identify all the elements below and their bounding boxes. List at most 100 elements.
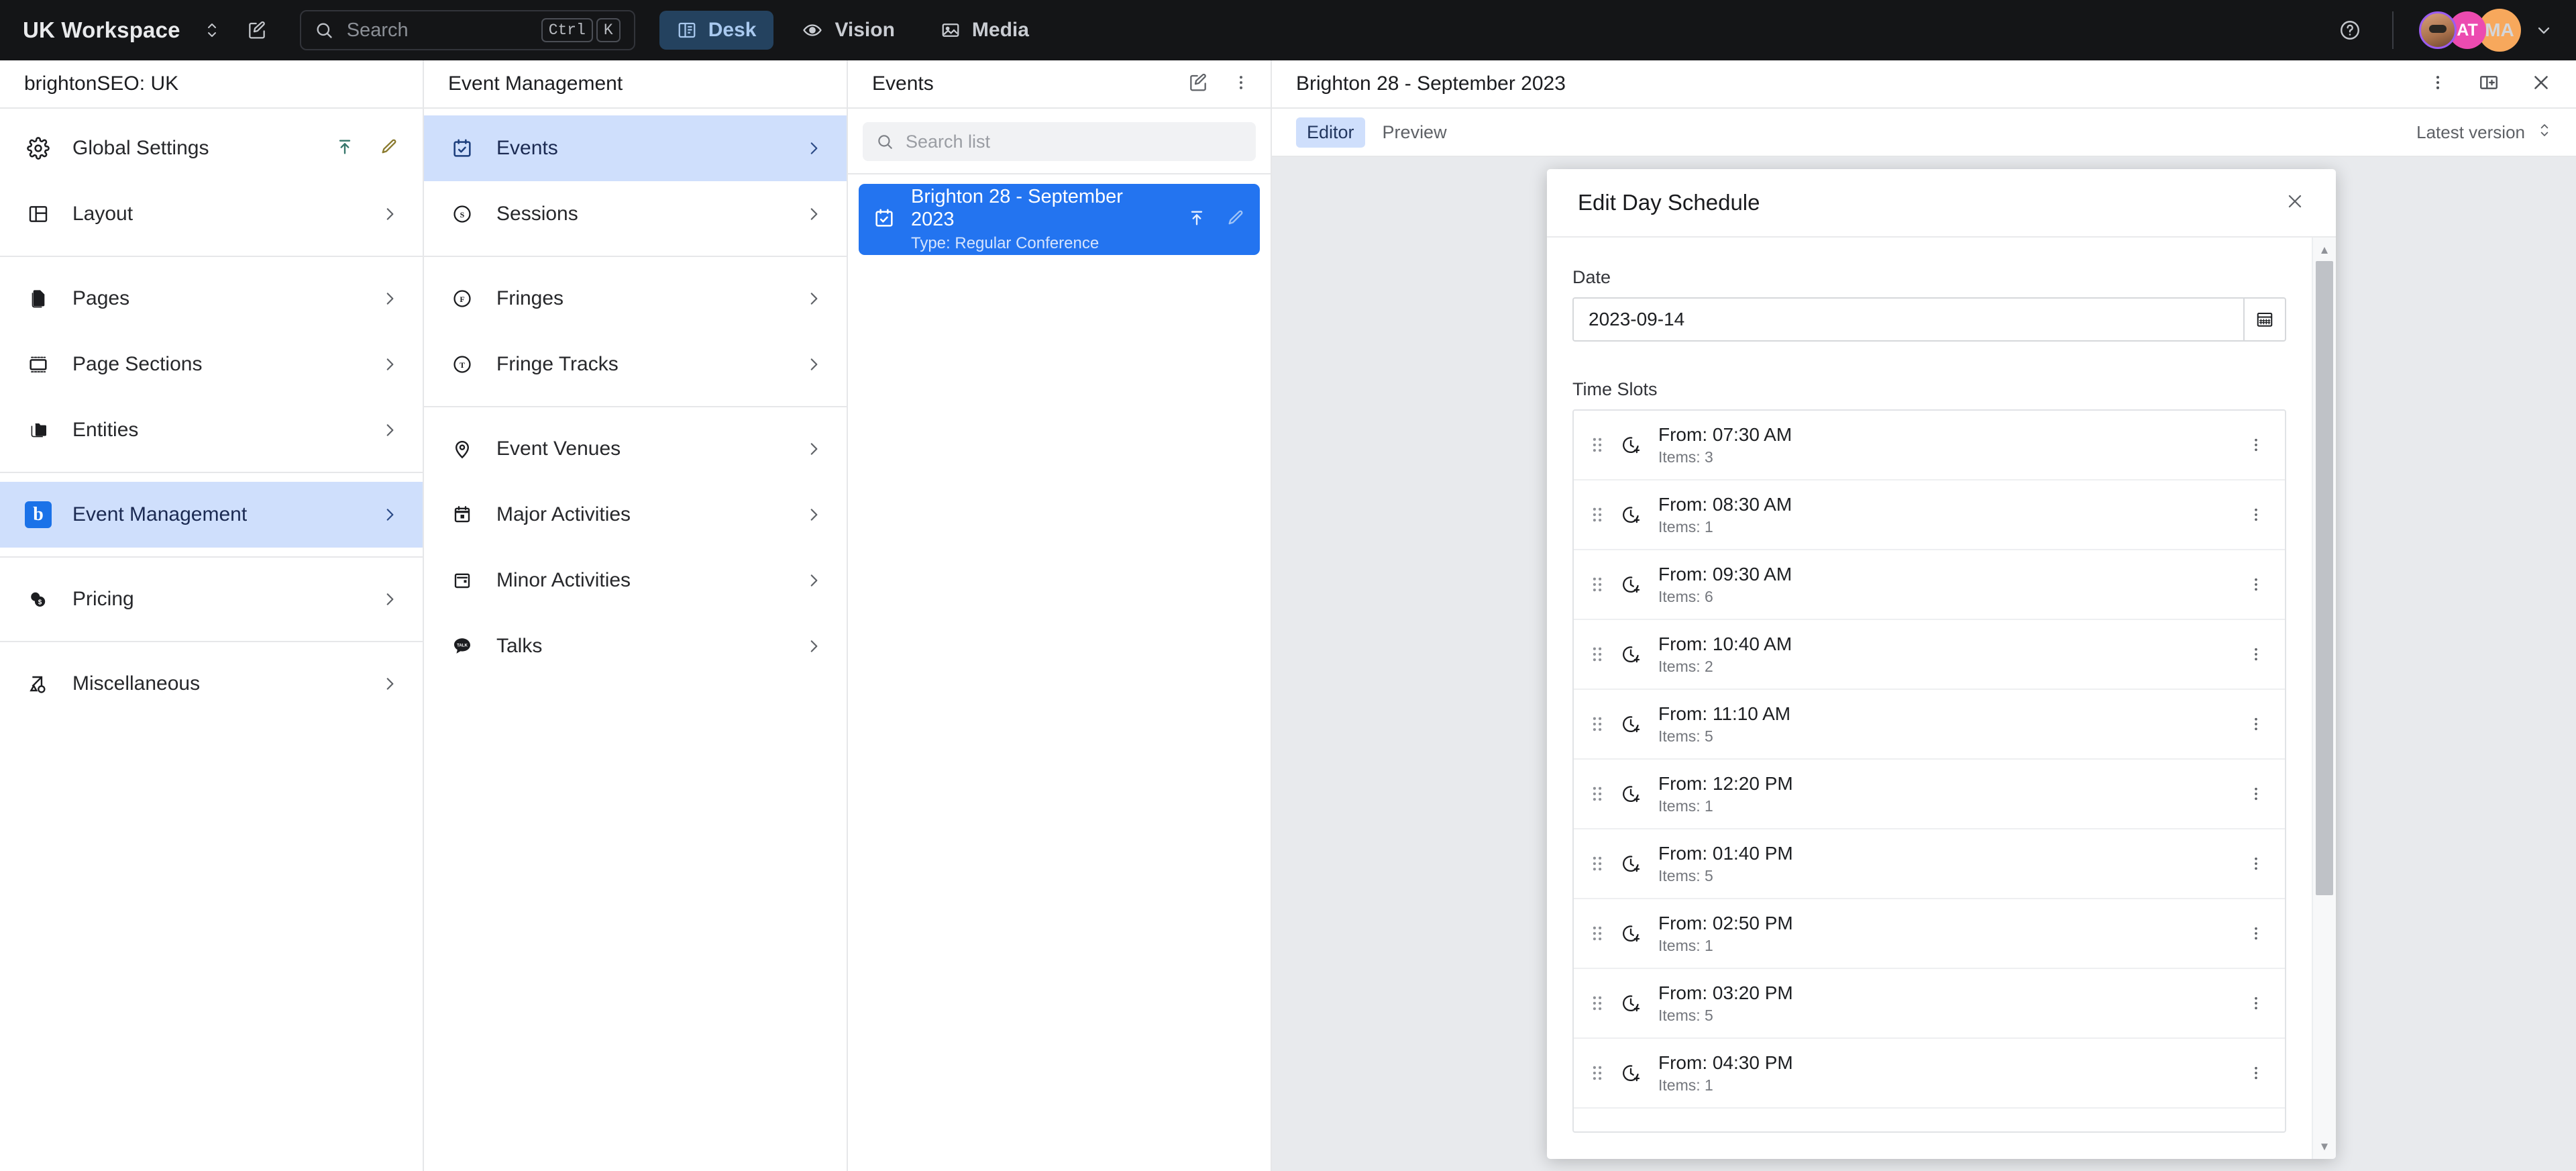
chevron-right-icon[interactable] bbox=[381, 290, 398, 307]
chevron-right-icon[interactable] bbox=[805, 205, 822, 223]
chevron-right-icon[interactable] bbox=[381, 506, 398, 523]
top-right-cluster: AT MA bbox=[2339, 9, 2553, 52]
drag-handle-icon[interactable] bbox=[1591, 644, 1603, 664]
tab-media[interactable]: Media bbox=[923, 11, 1046, 50]
version-selector[interactable]: Latest version bbox=[2416, 120, 2552, 145]
timeslot-row[interactable]: From: 01:40 PM Items: 5 bbox=[1574, 829, 2285, 899]
timeslot-row[interactable]: From: 12:20 PM Items: 1 bbox=[1574, 760, 2285, 829]
timeslot-from: From: 09:30 AM bbox=[1658, 563, 1792, 584]
more-vertical-icon[interactable] bbox=[2247, 646, 2265, 663]
drag-handle-icon[interactable] bbox=[1591, 574, 1603, 595]
more-vertical-icon[interactable] bbox=[2247, 785, 2265, 803]
drag-handle-icon[interactable] bbox=[1591, 854, 1603, 874]
sidebar-item-pricing[interactable]: $ Pricing bbox=[0, 566, 423, 632]
timeslot-row[interactable]: From: 09:30 AM Items: 6 bbox=[1574, 550, 2285, 620]
more-vertical-icon[interactable] bbox=[2247, 925, 2265, 942]
chevron-right-icon[interactable] bbox=[381, 356, 398, 373]
timeslot-row[interactable]: From: 04:50 PM bbox=[1574, 1109, 2285, 1131]
chevron-right-icon[interactable] bbox=[805, 440, 822, 458]
chevron-right-icon[interactable] bbox=[805, 506, 822, 523]
drag-handle-icon[interactable] bbox=[1591, 993, 1603, 1013]
chevron-right-icon[interactable] bbox=[805, 290, 822, 307]
version-label: Latest version bbox=[2416, 121, 2525, 142]
scrollbar-thumb[interactable] bbox=[2316, 261, 2333, 895]
close-icon[interactable] bbox=[2530, 72, 2552, 97]
avatar-photo[interactable] bbox=[2419, 11, 2457, 49]
tab-vision[interactable]: Vision bbox=[784, 11, 912, 50]
more-vertical-icon[interactable] bbox=[2247, 506, 2265, 523]
help-circle-icon[interactable] bbox=[2339, 19, 2361, 42]
search-list-input[interactable]: Search list bbox=[863, 122, 1256, 161]
search-icon bbox=[317, 23, 332, 38]
calendar-picker-icon[interactable] bbox=[2243, 297, 2286, 342]
more-vertical-icon[interactable] bbox=[2247, 995, 2265, 1012]
em-item-fringes[interactable]: F Fringes bbox=[424, 266, 847, 332]
timeslot-row[interactable]: From: 11:10 AM Items: 5 bbox=[1574, 690, 2285, 760]
pencil-icon[interactable] bbox=[1226, 209, 1245, 231]
drag-handle-icon[interactable] bbox=[1591, 714, 1603, 734]
drag-handle-icon[interactable] bbox=[1591, 923, 1603, 944]
compose-icon[interactable] bbox=[1187, 72, 1209, 97]
chevron-right-icon[interactable] bbox=[805, 572, 822, 589]
em-item-talks[interactable]: TALK Talks bbox=[424, 613, 847, 679]
date-input[interactable]: 2023-09-14 bbox=[1572, 297, 2243, 342]
more-vertical-icon[interactable] bbox=[2247, 855, 2265, 872]
more-vertical-icon[interactable] bbox=[1232, 73, 1250, 95]
sidebar-item-pages[interactable]: Pages bbox=[0, 266, 423, 332]
timeslot-row[interactable]: From: 03:20 PM Items: 5 bbox=[1574, 969, 2285, 1039]
timeslot-row[interactable]: From: 07:30 AM Items: 3 bbox=[1574, 411, 2285, 480]
pencil-icon[interactable] bbox=[380, 138, 398, 160]
top-navigation-bar: UK Workspace Search Ctrl K Desk Vision M… bbox=[0, 0, 2576, 60]
more-vertical-icon[interactable] bbox=[2247, 715, 2265, 733]
tab-desk[interactable]: Desk bbox=[659, 11, 774, 50]
more-vertical-icon[interactable] bbox=[2428, 73, 2447, 95]
scroll-down-arrow[interactable]: ▼ bbox=[2319, 1141, 2330, 1152]
scrollbar-track[interactable] bbox=[2313, 256, 2336, 1141]
timeslot-row[interactable]: From: 02:50 PM Items: 1 bbox=[1574, 899, 2285, 969]
sidebar-item-global-settings[interactable]: Global Settings bbox=[0, 115, 423, 181]
chevron-down-icon[interactable] bbox=[2534, 21, 2553, 40]
modal-scrollbar[interactable]: ▲ ▼ bbox=[2312, 238, 2336, 1159]
timeslot-row[interactable]: From: 04:30 PM Items: 1 bbox=[1574, 1039, 2285, 1109]
more-vertical-icon[interactable] bbox=[2247, 436, 2265, 454]
drag-handle-icon[interactable] bbox=[1591, 1063, 1603, 1083]
chevron-right-icon[interactable] bbox=[381, 205, 398, 223]
timeslot-row[interactable]: From: 08:30 AM Items: 1 bbox=[1574, 480, 2285, 550]
chevron-right-icon[interactable] bbox=[805, 356, 822, 373]
chevron-right-icon[interactable] bbox=[381, 591, 398, 608]
close-icon[interactable] bbox=[2285, 191, 2305, 215]
tab-editor[interactable]: Editor bbox=[1296, 117, 1365, 148]
chevron-up-down-icon[interactable] bbox=[203, 19, 221, 42]
drag-handle-icon[interactable] bbox=[1591, 505, 1603, 525]
em-item-event-venues[interactable]: Event Venues bbox=[424, 416, 847, 482]
global-search-input[interactable]: Search Ctrl K bbox=[299, 10, 635, 50]
chevron-right-icon[interactable] bbox=[805, 140, 822, 157]
pin-top-icon[interactable] bbox=[335, 138, 354, 160]
more-vertical-icon[interactable] bbox=[2247, 1064, 2265, 1082]
sidebar-item-entities[interactable]: Entities bbox=[0, 397, 423, 463]
sidebar-item-miscellaneous[interactable]: Miscellaneous bbox=[0, 651, 423, 717]
content-header-actions bbox=[2428, 72, 2552, 97]
compose-icon[interactable] bbox=[246, 19, 268, 41]
split-pane-add-icon[interactable] bbox=[2478, 72, 2500, 97]
sidebar-item-page-sections[interactable]: Page Sections bbox=[0, 332, 423, 397]
em-item-sessions[interactable]: S Sessions bbox=[424, 181, 847, 247]
more-vertical-icon[interactable] bbox=[2247, 576, 2265, 593]
em-item-fringe-tracks[interactable]: T Fringe Tracks bbox=[424, 332, 847, 397]
timeslot-row[interactable]: From: 10:40 AM Items: 2 bbox=[1574, 620, 2285, 690]
em-item-major-activities[interactable]: Major Activities bbox=[424, 482, 847, 548]
sidebar-item-layout[interactable]: Layout bbox=[0, 181, 423, 247]
em-item-minor-activities[interactable]: Minor Activities bbox=[424, 548, 847, 613]
sidebar-item-event-management[interactable]: b Event Management bbox=[0, 482, 423, 548]
drag-handle-icon[interactable] bbox=[1591, 435, 1603, 455]
em-item-events[interactable]: Events bbox=[424, 115, 847, 181]
chevron-right-icon[interactable] bbox=[805, 638, 822, 655]
list-item[interactable]: Brighton 28 - September 2023 Type: Regul… bbox=[859, 184, 1260, 255]
drag-handle-icon[interactable] bbox=[1591, 784, 1603, 804]
scroll-up-arrow[interactable]: ▲ bbox=[2319, 244, 2330, 256]
chevron-right-icon[interactable] bbox=[381, 675, 398, 693]
tab-preview[interactable]: Preview bbox=[1372, 117, 1458, 148]
svg-text:S: S bbox=[460, 210, 465, 219]
chevron-right-icon[interactable] bbox=[381, 421, 398, 439]
pin-top-icon[interactable] bbox=[1187, 209, 1206, 231]
